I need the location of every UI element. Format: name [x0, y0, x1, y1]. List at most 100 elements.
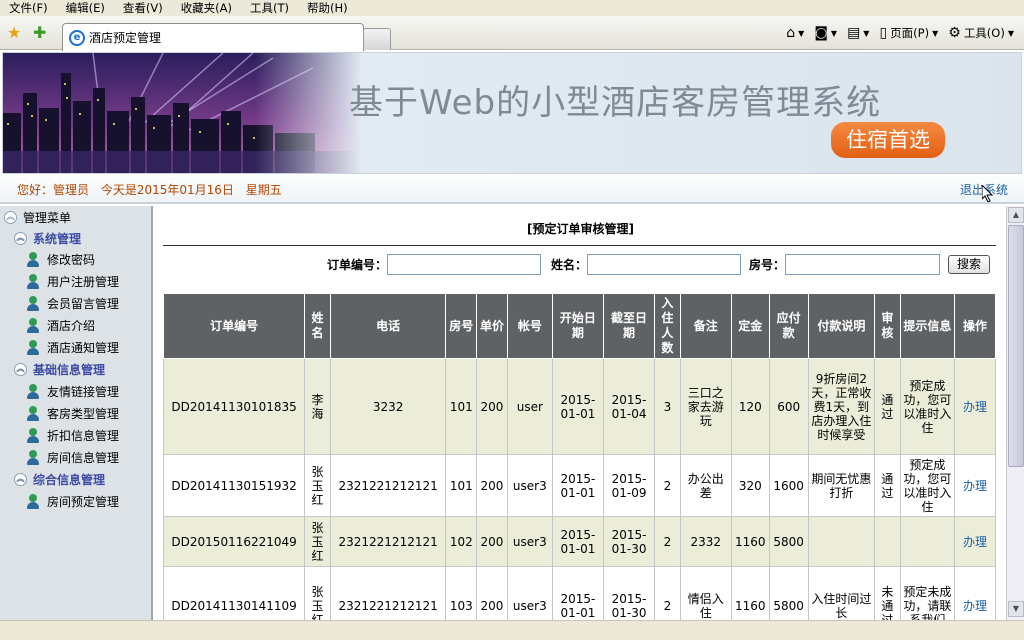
menu-view[interactable]: 查看(V) [113, 0, 171, 16]
user-icon [26, 317, 40, 333]
menu-file[interactable]: 文件(F) [0, 0, 56, 16]
tools-menu-button[interactable]: ⚙ 工具(O) ▼ [948, 25, 1014, 41]
chevron-down-icon: ▼ [863, 28, 870, 38]
chevron-down-icon: ▼ [798, 28, 805, 38]
sidebar-root-label: 管理菜单 [23, 210, 72, 225]
column-header: 订单编号 [162, 293, 306, 359]
scroll-up-icon[interactable]: ▲ [1008, 207, 1024, 223]
cell-start-date: 2015-01-01 [551, 516, 604, 567]
sidebar-group-integrated-info[interactable]: ︽ 综合信息管理 [14, 468, 105, 490]
menu-help[interactable]: 帮助(H) [297, 0, 356, 16]
cell-message: 预定成功，您可以准时入住 [899, 454, 955, 517]
sidebar-group-label: 综合信息管理 [33, 472, 106, 487]
cell-phone: 3232 [329, 358, 447, 455]
cell-phone: 2321221212121 [329, 454, 447, 517]
banner-badge: 住宿首选 [831, 122, 945, 158]
scroll-down-icon[interactable]: ▼ [1008, 601, 1024, 617]
sidebar-item-change-password[interactable]: 修改密码 [26, 248, 95, 270]
command-bar: ⌂ ▼ ◙ ▼ ▤ ▼ ▯ 页面(P) ▼ ⚙ 工具(O) ▼ [786, 24, 1014, 42]
cell-guests: 3 [654, 358, 681, 455]
table-row: DD20141130151932 张玉红 2321221212121 101 2… [162, 454, 997, 517]
vertical-scrollbar[interactable]: ▲ ▼ [1006, 206, 1024, 620]
column-header: 截至日期 [602, 293, 656, 359]
sidebar-item-room-types[interactable]: 客房类型管理 [26, 402, 119, 424]
main-content: [预定订单审核管理] 订单编号： 姓名： 房号： 搜索 订单编号 姓名 电话 房… [155, 206, 1006, 640]
cell-message: 预定成功，您可以准时入住 [899, 358, 955, 455]
cell-order-number: DD20150116221049 [162, 516, 306, 567]
user-icon [26, 251, 40, 267]
process-link[interactable]: 办理 [953, 454, 997, 517]
page-menu-label: 页面(P) [890, 26, 930, 40]
name-input[interactable] [587, 254, 742, 275]
sidebar-group-label: 系统管理 [33, 231, 82, 246]
sidebar-item-label: 酒店通知管理 [47, 340, 120, 355]
sidebar-item-rooms[interactable]: 房间信息管理 [26, 446, 119, 468]
menu-edit[interactable]: 编辑(E) [56, 0, 113, 16]
room-label: 房号： [749, 258, 786, 272]
cell-review: 通过 [874, 454, 901, 517]
user-icon [26, 427, 40, 443]
sidebar-item-user-registration[interactable]: 用户注册管理 [26, 270, 119, 292]
menu-tools[interactable]: 工具(T) [240, 0, 297, 16]
sidebar: ︽ 管理菜单 ︽ 系统管理 修改密码 用户注册管理 会员留言管理 酒店介绍 酒店通知… [0, 206, 153, 640]
tools-menu-label: 工具(O) [963, 26, 1005, 40]
process-link[interactable]: 办理 [953, 516, 997, 567]
table-row: DD20150116221049 张玉红 2321221212121 102 2… [162, 516, 997, 567]
cell-guests: 2 [654, 516, 681, 567]
tab-title: 酒店预定管理 [89, 31, 162, 45]
menu-bar: 文件(F) 编辑(E) 查看(V) 收藏夹(A) 工具(T) 帮助(H) [0, 0, 1024, 16]
cell-review: 通过 [874, 358, 901, 455]
room-input[interactable] [785, 254, 941, 275]
column-header: 房号 [445, 293, 478, 359]
favorites-star-icon[interactable]: ★ [7, 24, 21, 42]
sidebar-group-basic-info[interactable]: ︽ 基础信息管理 [14, 358, 105, 380]
column-header: 应付款 [768, 293, 809, 359]
cell-end-date: 2015-01-30 [602, 516, 656, 567]
cell-payment-note [807, 516, 876, 567]
cell-account: user3 [506, 516, 553, 567]
cell-deposit: 120 [730, 358, 770, 455]
sidebar-root[interactable]: ︽ 管理菜单 [4, 206, 71, 228]
cell-start-date: 2015-01-01 [551, 358, 604, 455]
ie-page-icon: e [69, 29, 85, 46]
process-link[interactable]: 办理 [953, 358, 997, 455]
column-header: 帐号 [506, 293, 553, 359]
new-tab-button[interactable] [363, 28, 391, 50]
greeting-date: 今天是2015年01月16日 [100, 183, 234, 197]
sidebar-item-room-reservations[interactable]: 房间预定管理 [26, 490, 119, 512]
cell-start-date: 2015-01-01 [551, 454, 604, 517]
sidebar-group-system[interactable]: ︽ 系统管理 [14, 227, 81, 249]
home-button[interactable]: ⌂ ▼ [786, 25, 804, 41]
gear-icon: ⚙ [948, 25, 961, 41]
collapse-chevron-icon: ︽ [14, 231, 27, 245]
cell-payable: 5800 [768, 516, 809, 567]
collapse-chevron-icon: ︽ [4, 210, 17, 224]
sidebar-item-member-messages[interactable]: 会员留言管理 [26, 292, 119, 314]
sidebar-item-discounts[interactable]: 折扣信息管理 [26, 424, 119, 446]
status-bar [0, 620, 1024, 640]
column-header: 付款说明 [807, 293, 876, 359]
browser-tab[interactable]: e 酒店预定管理 [62, 23, 364, 51]
cell-room: 101 [445, 358, 478, 455]
order-number-label: 订单编号： [327, 258, 388, 272]
sidebar-item-links[interactable]: 友情链接管理 [26, 380, 119, 402]
print-button[interactable]: ▤ ▼ [847, 25, 869, 41]
add-favorite-icon[interactable]: ✚ [33, 24, 46, 42]
page-menu-button[interactable]: ▯ 页面(P) ▼ [879, 25, 938, 41]
sidebar-item-hotel-notices[interactable]: 酒店通知管理 [26, 336, 119, 358]
user-icon [26, 339, 40, 355]
scroll-thumb[interactable] [1008, 225, 1024, 467]
feeds-button[interactable]: ◙ ▼ [814, 25, 837, 41]
cell-price: 200 [476, 358, 508, 455]
search-button[interactable]: 搜索 [948, 255, 990, 274]
sidebar-group-label: 基础信息管理 [33, 362, 106, 377]
city-night-image [3, 53, 363, 173]
user-icon [26, 383, 40, 399]
order-number-input[interactable] [387, 254, 542, 275]
menu-favorites[interactable]: 收藏夹(A) [171, 0, 240, 16]
cell-name: 张玉红 [304, 454, 331, 517]
column-header: 电话 [329, 293, 447, 359]
page-title: [预定订单审核管理] [527, 222, 634, 236]
cell-end-date: 2015-01-04 [602, 358, 656, 455]
sidebar-item-hotel-intro[interactable]: 酒店介绍 [26, 314, 95, 336]
